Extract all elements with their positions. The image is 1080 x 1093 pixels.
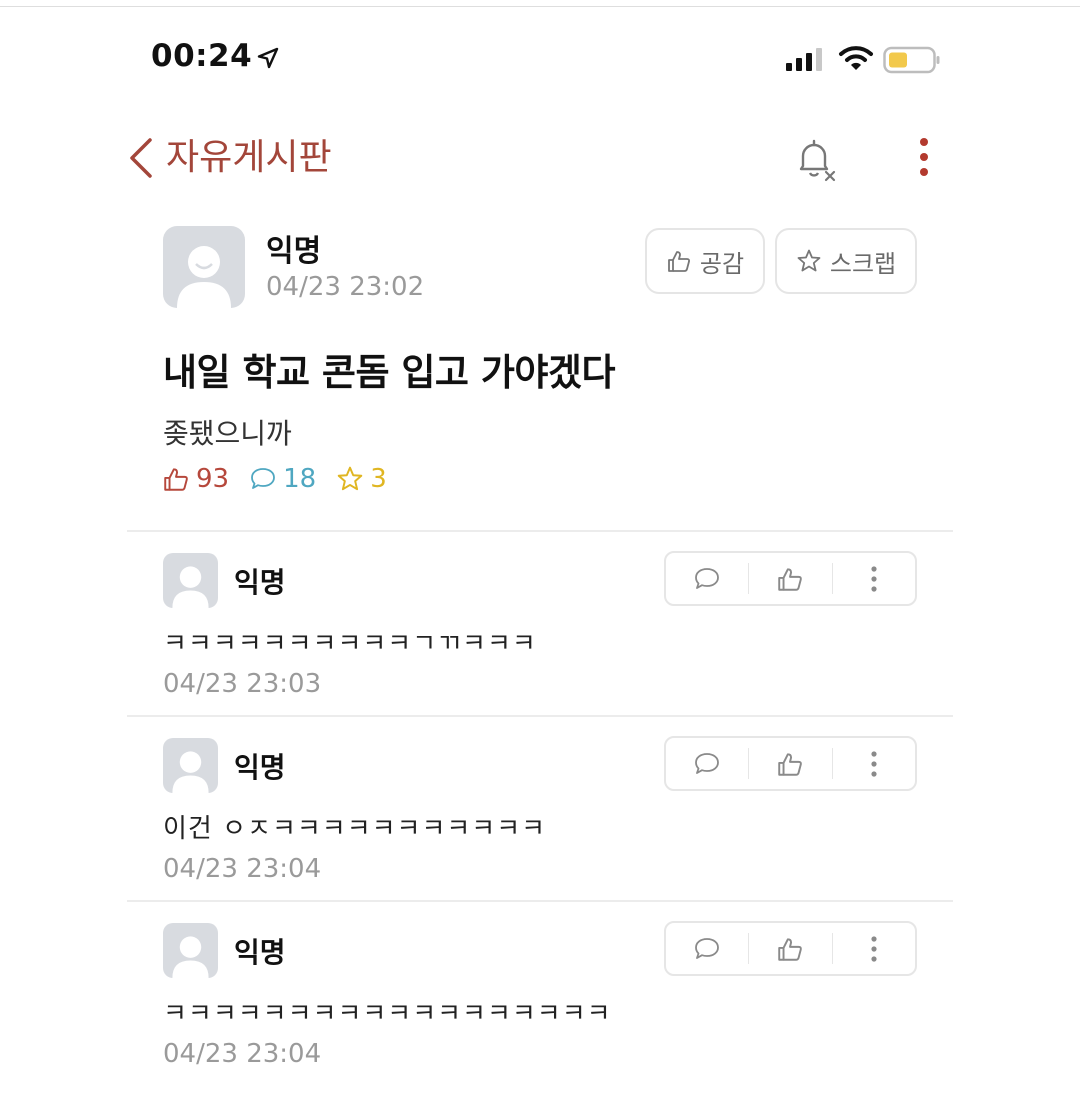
reply-button[interactable] <box>666 923 748 974</box>
top-border <box>0 6 1080 7</box>
divider <box>127 530 953 532</box>
comment-timestamp: 04/23 23:04 <box>163 854 322 884</box>
reply-button[interactable] <box>666 553 748 604</box>
comment-text: ㅋㅋㅋㅋㅋㅋㅋㅋㅋㅋㅋㅋㅋㅋㅋㅋㅋㅋ <box>163 999 612 1029</box>
comment-bubble-icon <box>695 567 720 589</box>
comment-text: 이건 ㅇㅈㅋㅋㅋㅋㅋㅋㅋㅋㅋㅋㅋ <box>163 814 547 844</box>
bell-off-icon <box>799 139 836 182</box>
post-timestamp: 04/23 23:02 <box>266 272 425 302</box>
post-body: 좆됐으니까 <box>163 417 292 450</box>
thumbs-up-icon <box>778 567 803 591</box>
reply-button[interactable] <box>666 738 748 789</box>
comment-actions <box>664 921 917 976</box>
chevron-left-icon <box>130 138 152 178</box>
divider <box>127 715 953 717</box>
comment-item: 익명 ㅋㅋㅋㅋㅋㅋㅋㅋㅋㅋㄱㄲㅋㅋㅋ 04/23 23:03 <box>0 543 1080 723</box>
scrap-button-label: 스크랩 <box>829 249 897 278</box>
board-title: 자유게시판 <box>166 137 332 178</box>
thumbs-up-icon <box>778 752 803 776</box>
avatar <box>163 738 218 793</box>
thumbs-up-icon <box>668 251 690 272</box>
scrap-button[interactable]: 스크랩 <box>775 228 917 294</box>
comment-more-button[interactable] <box>833 553 915 604</box>
like-button-label: 공감 <box>699 249 745 278</box>
star-icon <box>337 466 363 491</box>
avatar <box>163 226 245 308</box>
post-title: 내일 학교 콘돔 입고 가야겠다 <box>163 351 616 394</box>
comment-more-button[interactable] <box>833 738 915 789</box>
like-count: 93 <box>162 464 229 494</box>
comment-bubble-icon <box>695 937 720 959</box>
comment-bubble-icon <box>251 468 275 489</box>
more-vertical-icon <box>871 565 877 592</box>
divider <box>127 900 953 902</box>
comment-author: 익명 <box>234 566 286 599</box>
post-author: 익명 <box>266 234 322 269</box>
comment-more-button[interactable] <box>833 923 915 974</box>
comment-actions <box>664 551 917 606</box>
cellular-signal-icon <box>786 48 822 71</box>
like-button[interactable]: 공감 <box>645 228 765 294</box>
more-vertical-icon <box>871 750 877 777</box>
thumbs-up-icon <box>778 937 803 961</box>
comment-timestamp: 04/23 23:03 <box>163 669 322 699</box>
comment-actions <box>664 736 917 791</box>
more-vertical-icon[interactable] <box>914 135 934 179</box>
post-stats: 93 18 3 <box>162 464 407 494</box>
comment-bubble-icon <box>695 752 720 774</box>
comment-text: ㅋㅋㅋㅋㅋㅋㅋㅋㅋㅋㄱㄲㅋㅋㅋ <box>163 629 537 659</box>
comment-item: 익명 이건 ㅇㅈㅋㅋㅋㅋㅋㅋㅋㅋㅋㅋㅋ 04/23 23:04 <box>0 728 1080 908</box>
status-time: 00:24 <box>151 38 253 74</box>
comment-like-button[interactable] <box>749 553 831 604</box>
comment-author: 익명 <box>234 751 286 784</box>
star-icon <box>797 249 821 272</box>
wifi-icon <box>839 46 873 70</box>
comment-timestamp: 04/23 23:04 <box>163 1039 322 1069</box>
avatar <box>163 553 218 608</box>
more-vertical-icon <box>871 935 877 962</box>
comment-like-button[interactable] <box>749 738 831 789</box>
comment-like-button[interactable] <box>749 923 831 974</box>
comment-author: 익명 <box>234 936 286 969</box>
location-arrow-icon <box>257 47 279 69</box>
battery-icon <box>883 46 940 74</box>
avatar <box>163 923 218 978</box>
back-button[interactable]: 자유게시판 <box>128 136 332 180</box>
comment-count: 18 <box>249 464 316 494</box>
scrap-count: 3 <box>336 464 387 494</box>
notification-toggle-button[interactable] <box>793 135 839 187</box>
thumbs-up-icon <box>164 468 188 491</box>
comment-item: 익명 ㅋㅋㅋㅋㅋㅋㅋㅋㅋㅋㅋㅋㅋㅋㅋㅋㅋㅋ 04/23 23:04 <box>0 913 1080 1093</box>
